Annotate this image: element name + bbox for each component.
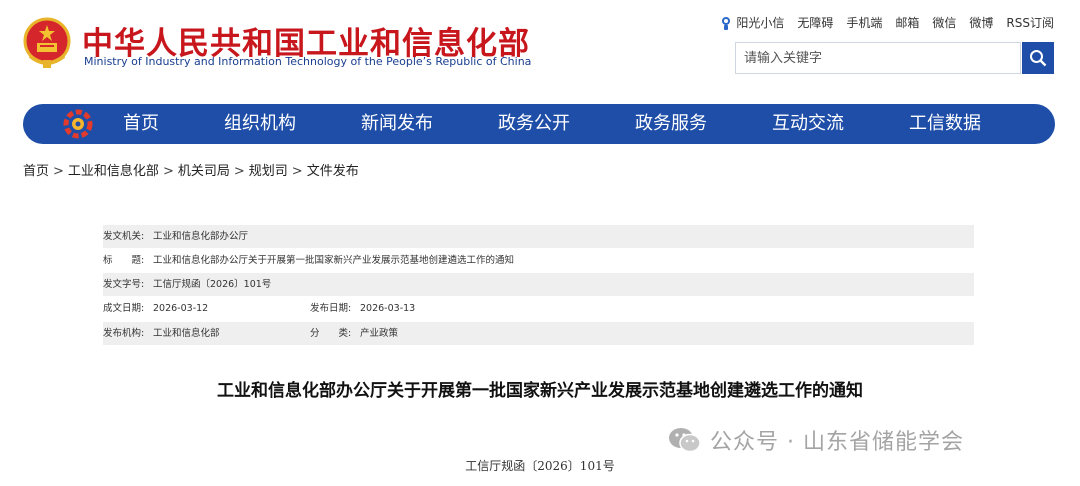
wechat-icon: [669, 428, 701, 453]
nav-government-affairs[interactable]: 政务公开: [498, 104, 570, 144]
meta-row-title: 标 题: 工业和信息化部办公厅关于开展第一批国家新兴产业发展示范基地创建遴选工作…: [103, 249, 974, 272]
watermark: 公众号 · 山东省储能学会: [668, 424, 964, 456]
meta-value: 产业政策: [360, 328, 399, 339]
search-box: [735, 42, 1022, 74]
meta-label: 发布日期:: [310, 303, 352, 314]
toplink-mobile[interactable]: 手机端: [846, 14, 882, 31]
breadcrumb-home[interactable]: 首页: [23, 164, 49, 179]
nav-news[interactable]: 新闻发布: [361, 104, 433, 144]
breadcrumb-separator: >: [291, 164, 303, 179]
meta-label: 发文机关:: [103, 231, 145, 242]
meta-row-issuer: 发文机关: 工业和信息化部办公厅: [103, 225, 974, 248]
watermark-text: 公众号 · 山东省储能学会: [710, 430, 964, 455]
toplink-mail[interactable]: 邮箱: [895, 14, 919, 31]
nav-home[interactable]: 首页: [123, 104, 159, 144]
breadcrumb-departments[interactable]: 机关司局: [178, 164, 230, 179]
meta-label: 标 题:: [103, 255, 145, 266]
nav-organization[interactable]: 组织机构: [224, 104, 296, 144]
meta-label: 发布机构:: [103, 328, 145, 339]
search-button[interactable]: [1022, 42, 1054, 74]
toplink-label: 阳光小信: [736, 16, 785, 30]
ministry-logo-icon: [63, 109, 93, 139]
breadcrumb-planning[interactable]: 规划司: [249, 164, 288, 179]
meta-label: 成文日期:: [103, 303, 145, 314]
nav-interaction[interactable]: 互动交流: [772, 104, 844, 144]
breadcrumb-ministry[interactable]: 工业和信息化部: [68, 164, 159, 179]
nav-data[interactable]: 工信数据: [909, 104, 981, 144]
meta-label: 分 类:: [310, 328, 352, 339]
meta-value: 工信厅规函〔2026〕101号: [153, 279, 272, 290]
toplink-rss[interactable]: RSS订阅: [1006, 14, 1054, 31]
mascot-icon: [722, 16, 731, 30]
meta-value: 2026-03-13: [360, 303, 416, 314]
toplink-wechat[interactable]: 微信: [932, 14, 956, 31]
breadcrumb-separator: >: [162, 164, 174, 179]
document-number: 工信厅规函〔2026〕101号: [465, 459, 615, 473]
search-input[interactable]: [736, 43, 1022, 73]
meta-row-docno: 发文字号: 工信厅规函〔2026〕101号: [103, 273, 974, 296]
meta-label: 发文字号:: [103, 279, 145, 290]
nav-services[interactable]: 政务服务: [635, 104, 707, 144]
meta-value: 工业和信息化部办公厅: [153, 231, 249, 242]
meta-row-org: 发布机构: 工业和信息化部 分 类: 产业政策: [103, 322, 974, 345]
breadcrumb-documents[interactable]: 文件发布: [307, 164, 359, 179]
ministry-name-en: Ministry of Industry and Information Tec…: [84, 55, 532, 68]
toplink-sunshine[interactable]: 阳光小信: [720, 14, 784, 31]
top-links: 阳光小信 无障碍 手机端 邮箱 微信 微博 RSS订阅: [720, 14, 1054, 31]
toplink-accessibility[interactable]: 无障碍: [797, 14, 833, 31]
meta-value: 工业和信息化部: [153, 328, 220, 339]
meta-value: 2026-03-12: [153, 303, 209, 314]
meta-value: 工业和信息化部办公厅关于开展第一批国家新兴产业发展示范基地创建遴选工作的通知: [153, 255, 515, 266]
document-title: 工业和信息化部办公厅关于开展第一批国家新兴产业发展示范基地创建遴选工作的通知: [217, 381, 863, 401]
toplink-weibo[interactable]: 微博: [969, 14, 993, 31]
breadcrumb: 首页 > 工业和信息化部 > 机关司局 > 规划司 > 文件发布: [23, 160, 359, 179]
breadcrumb-separator: >: [53, 164, 64, 179]
national-emblem-icon: [23, 17, 71, 68]
search-icon: [1030, 50, 1047, 67]
breadcrumb-separator: >: [233, 164, 245, 179]
meta-row-dates: 成文日期: 2026-03-12 发布日期: 2026-03-13: [103, 297, 974, 320]
